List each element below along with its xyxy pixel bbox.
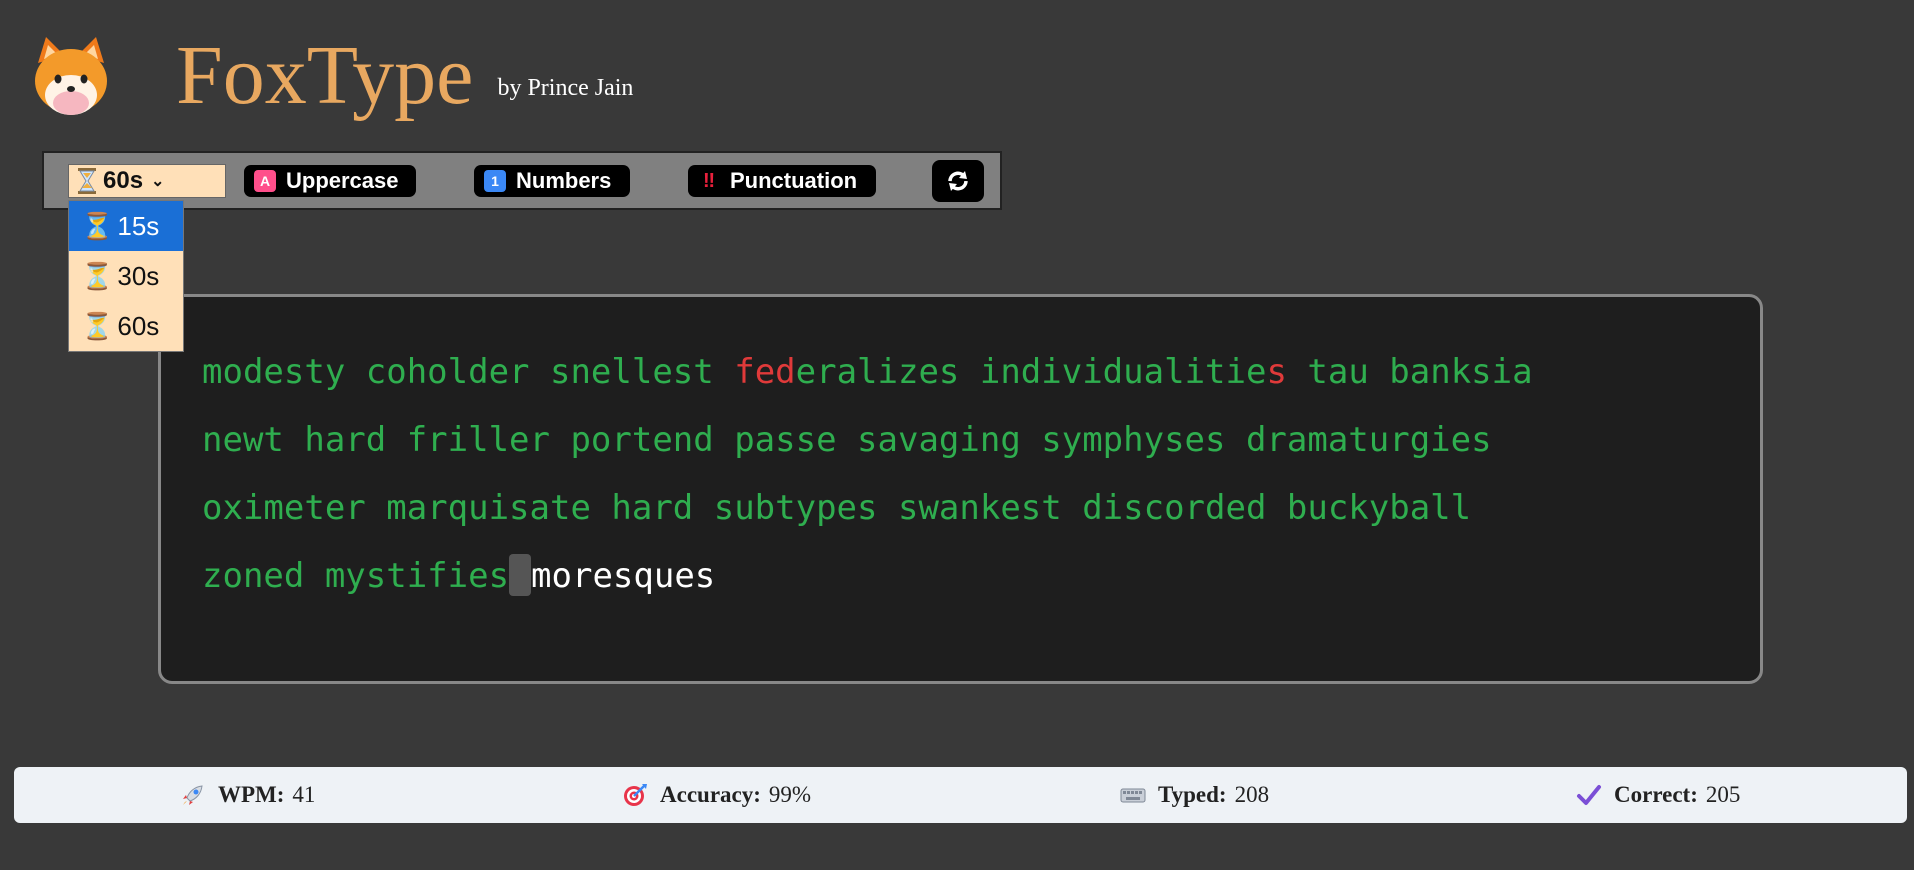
time-option-60s[interactable]: ⏳ 60s [69, 301, 183, 351]
options-toolbar: 60s ⌄ A Uppercase 1 Numbers ‼ Punctuatio… [42, 151, 1002, 210]
reset-button[interactable] [932, 160, 984, 202]
typed-correct-text: eralizes individualitie [795, 352, 1267, 392]
pending-text: moresques [531, 556, 716, 596]
correct-value: 205 [1705, 782, 1741, 807]
words-line: oximeter marquisate hard subtypes swanke… [202, 488, 1472, 528]
uppercase-label: Uppercase [286, 168, 399, 193]
time-select-value: 60s [103, 167, 144, 194]
text-caret [509, 553, 532, 596]
typed-correct-text: zoned mystifies [202, 556, 510, 596]
stat-wpm: WPM: 41 [180, 767, 315, 823]
app-byline: by Prince Jain [497, 74, 634, 101]
app-header: FoxType by Prince Jain [28, 26, 633, 126]
time-duration-select[interactable]: 60s ⌄ [68, 164, 226, 198]
time-option-15s[interactable]: ⏳ 15s [69, 201, 183, 251]
wpm-value: 41 [292, 782, 316, 807]
typed-correct-text: tau banksia [1286, 352, 1533, 392]
hourglass-icon: ⏳ [81, 260, 114, 291]
keyboard-icon [1120, 788, 1146, 803]
hourglass-icon: ⏳ [81, 310, 114, 341]
stat-accuracy: Accuracy: 99% [622, 767, 811, 823]
chevron-down-icon: ⌄ [151, 173, 165, 190]
numbers-toggle-button[interactable]: 1 Numbers [474, 165, 630, 197]
time-duration-dropdown: ⏳ 15s ⏳ 30s ⏳ 60s [68, 200, 184, 352]
target-icon [624, 784, 647, 806]
punctuation-toggle-button[interactable]: ‼ Punctuation [688, 165, 876, 197]
typed-incorrect-text: fed [734, 352, 796, 392]
words-line: newt hard friller portend passe savaging… [202, 420, 1492, 460]
typed-incorrect-text: s [1266, 352, 1287, 392]
keycap-one-icon: 1 [484, 170, 506, 192]
numbers-label: Numbers [516, 168, 612, 193]
hourglass-icon [78, 168, 96, 194]
time-option-30s[interactable]: ⏳ 30s [69, 251, 183, 301]
hourglass-icon: ⏳ [81, 210, 114, 241]
words-line: modesty coholder snellest federalizes in… [202, 352, 1533, 392]
punctuation-label: Punctuation [730, 168, 858, 193]
typed-value: 208 [1234, 782, 1270, 807]
uppercase-toggle-button[interactable]: A Uppercase [244, 165, 416, 197]
app-title: FoxType [176, 29, 474, 122]
typing-area[interactable]: modesty coholder snellest federalizes in… [158, 294, 1763, 684]
stat-typed: Typed: 208 [1120, 767, 1269, 823]
words-line: zoned mystifies moresques [202, 553, 716, 596]
stat-correct: Correct: 205 [1576, 767, 1740, 823]
double-exclamation-icon: ‼ [702, 169, 716, 192]
typed-correct-text: modesty coholder snellest [202, 352, 735, 392]
letter-a-icon: A [254, 170, 276, 192]
fox-face-icon [35, 37, 107, 115]
checkmark-icon [1577, 785, 1601, 805]
accuracy-value: 99% [768, 782, 812, 807]
stats-bar: WPM: 41 Accuracy: 99% Typed: 208 Correct… [14, 767, 1907, 823]
refresh-icon [948, 171, 968, 191]
rocket-icon [183, 785, 203, 805]
